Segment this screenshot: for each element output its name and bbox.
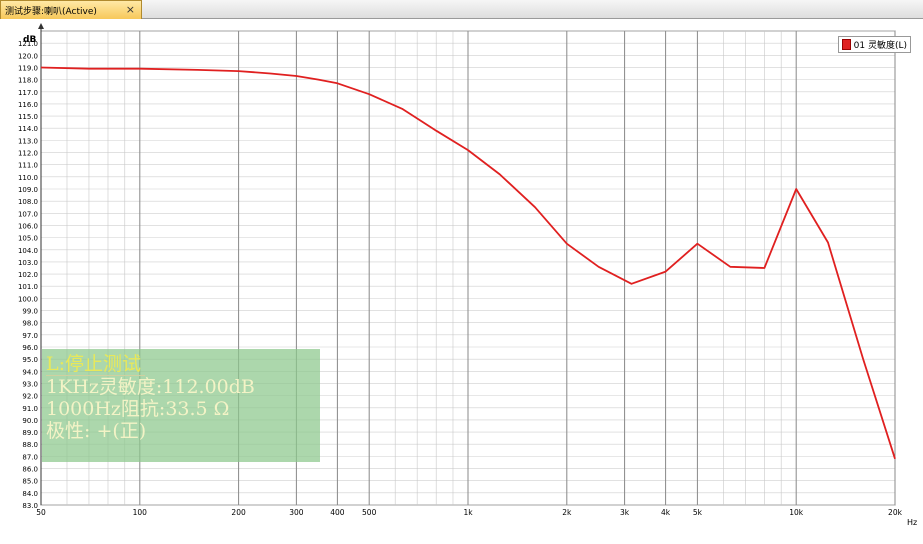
x-tick-labels: 50 100 200 300 400 500 1k 2k 3k 4k 5k 10k 20k: [36, 508, 902, 517]
y-tick-label: 119.0: [18, 64, 38, 72]
y-tick-label: 92.0: [22, 393, 38, 401]
y-axis-arrow: [38, 23, 44, 29]
x-tick-label: 100: [133, 508, 148, 517]
x-tick-label: 4k: [661, 508, 671, 517]
y-tick-label: 106.0: [18, 222, 38, 230]
y-tick-label: 90.0: [22, 417, 38, 425]
y-tick-label: 115.0: [18, 113, 38, 121]
y-tick-label: 97.0: [22, 332, 38, 340]
y-tick-label: 112.0: [18, 150, 38, 158]
y-tick-label: 113.0: [18, 137, 38, 145]
sensitivity-readout: 1KHz灵敏度:112.00dB: [46, 376, 255, 398]
tab-test-step[interactable]: 测试步骤:喇叭(Active) ×: [0, 0, 142, 19]
tab-title: 测试步骤:喇叭(Active): [5, 6, 97, 17]
x-tick-label: 500: [362, 508, 377, 517]
x-tick-label: 50: [36, 508, 46, 517]
polarity-readout: 极性: +(正): [46, 420, 147, 442]
x-tick-label: 10k: [789, 508, 804, 517]
y-tick-label: 103.0: [18, 259, 38, 267]
y-tick-label: 100.0: [18, 295, 38, 303]
y-tick-label: 108.0: [18, 198, 38, 206]
y-tick-labels: 121.0120.0119.0118.0117.0116.0115.0114.0…: [18, 40, 38, 510]
y-tick-label: 118.0: [18, 77, 38, 85]
legend-label: 01 灵敏度(L): [853, 41, 907, 51]
info-box: L:停止测试 1KHz灵敏度:112.00dB 1000Hz阻抗:33.5 Ω …: [42, 349, 320, 462]
y-tick-label: 94.0: [22, 368, 38, 376]
y-tick-label: 96.0: [22, 344, 38, 352]
y-tick-label: 120.0: [18, 52, 38, 60]
y-tick-label: 104.0: [18, 247, 38, 255]
legend: 01 灵敏度(L): [837, 36, 911, 53]
impedance-readout: 1000Hz阻抗:33.5 Ω: [46, 398, 230, 420]
y-tick-label: 117.0: [18, 89, 38, 97]
y-tick-label: 91.0: [22, 405, 38, 413]
x-tick-label: 400: [330, 508, 345, 517]
y-tick-label: 105.0: [18, 235, 38, 243]
x-tick-label: 1k: [463, 508, 473, 517]
x-axis-unit-label: Hz: [907, 518, 917, 527]
x-tick-label: 5k: [693, 508, 703, 517]
x-tick-label: 20k: [888, 508, 903, 517]
legend-swatch: [841, 39, 851, 50]
x-tick-label: 300: [289, 508, 304, 517]
y-tick-label: 89.0: [22, 429, 38, 437]
y-tick-label: 95.0: [22, 356, 38, 364]
y-tick-label: 85.0: [22, 478, 38, 486]
x-tick-label: 2k: [562, 508, 572, 517]
y-tick-label: 110.0: [18, 174, 38, 182]
y-tick-label: 102.0: [18, 271, 38, 279]
tab-bar: 测试步骤:喇叭(Active) ×: [0, 0, 923, 19]
y-tick-label: 111.0: [18, 162, 38, 170]
x-tick-label: 3k: [620, 508, 630, 517]
y-tick-label: 109.0: [18, 186, 38, 194]
y-tick-label: 99.0: [22, 308, 38, 316]
y-tick-label: 114.0: [18, 125, 38, 133]
y-tick-label: 98.0: [22, 320, 38, 328]
y-tick-label: 116.0: [18, 101, 38, 109]
test-status: L:停止测试: [46, 353, 146, 376]
y-tick-label: 93.0: [22, 380, 38, 388]
y-tick-label: 87.0: [22, 453, 38, 461]
y-tick-label: 84.0: [22, 490, 38, 498]
close-icon[interactable]: ×: [126, 3, 135, 16]
y-tick-label: 101.0: [18, 283, 38, 291]
y-tick-label: 86.0: [22, 466, 38, 474]
y-axis-label: dB: [23, 35, 36, 45]
y-tick-label: 107.0: [18, 210, 38, 218]
x-tick-label: 200: [231, 508, 246, 517]
y-tick-label: 88.0: [22, 441, 38, 449]
